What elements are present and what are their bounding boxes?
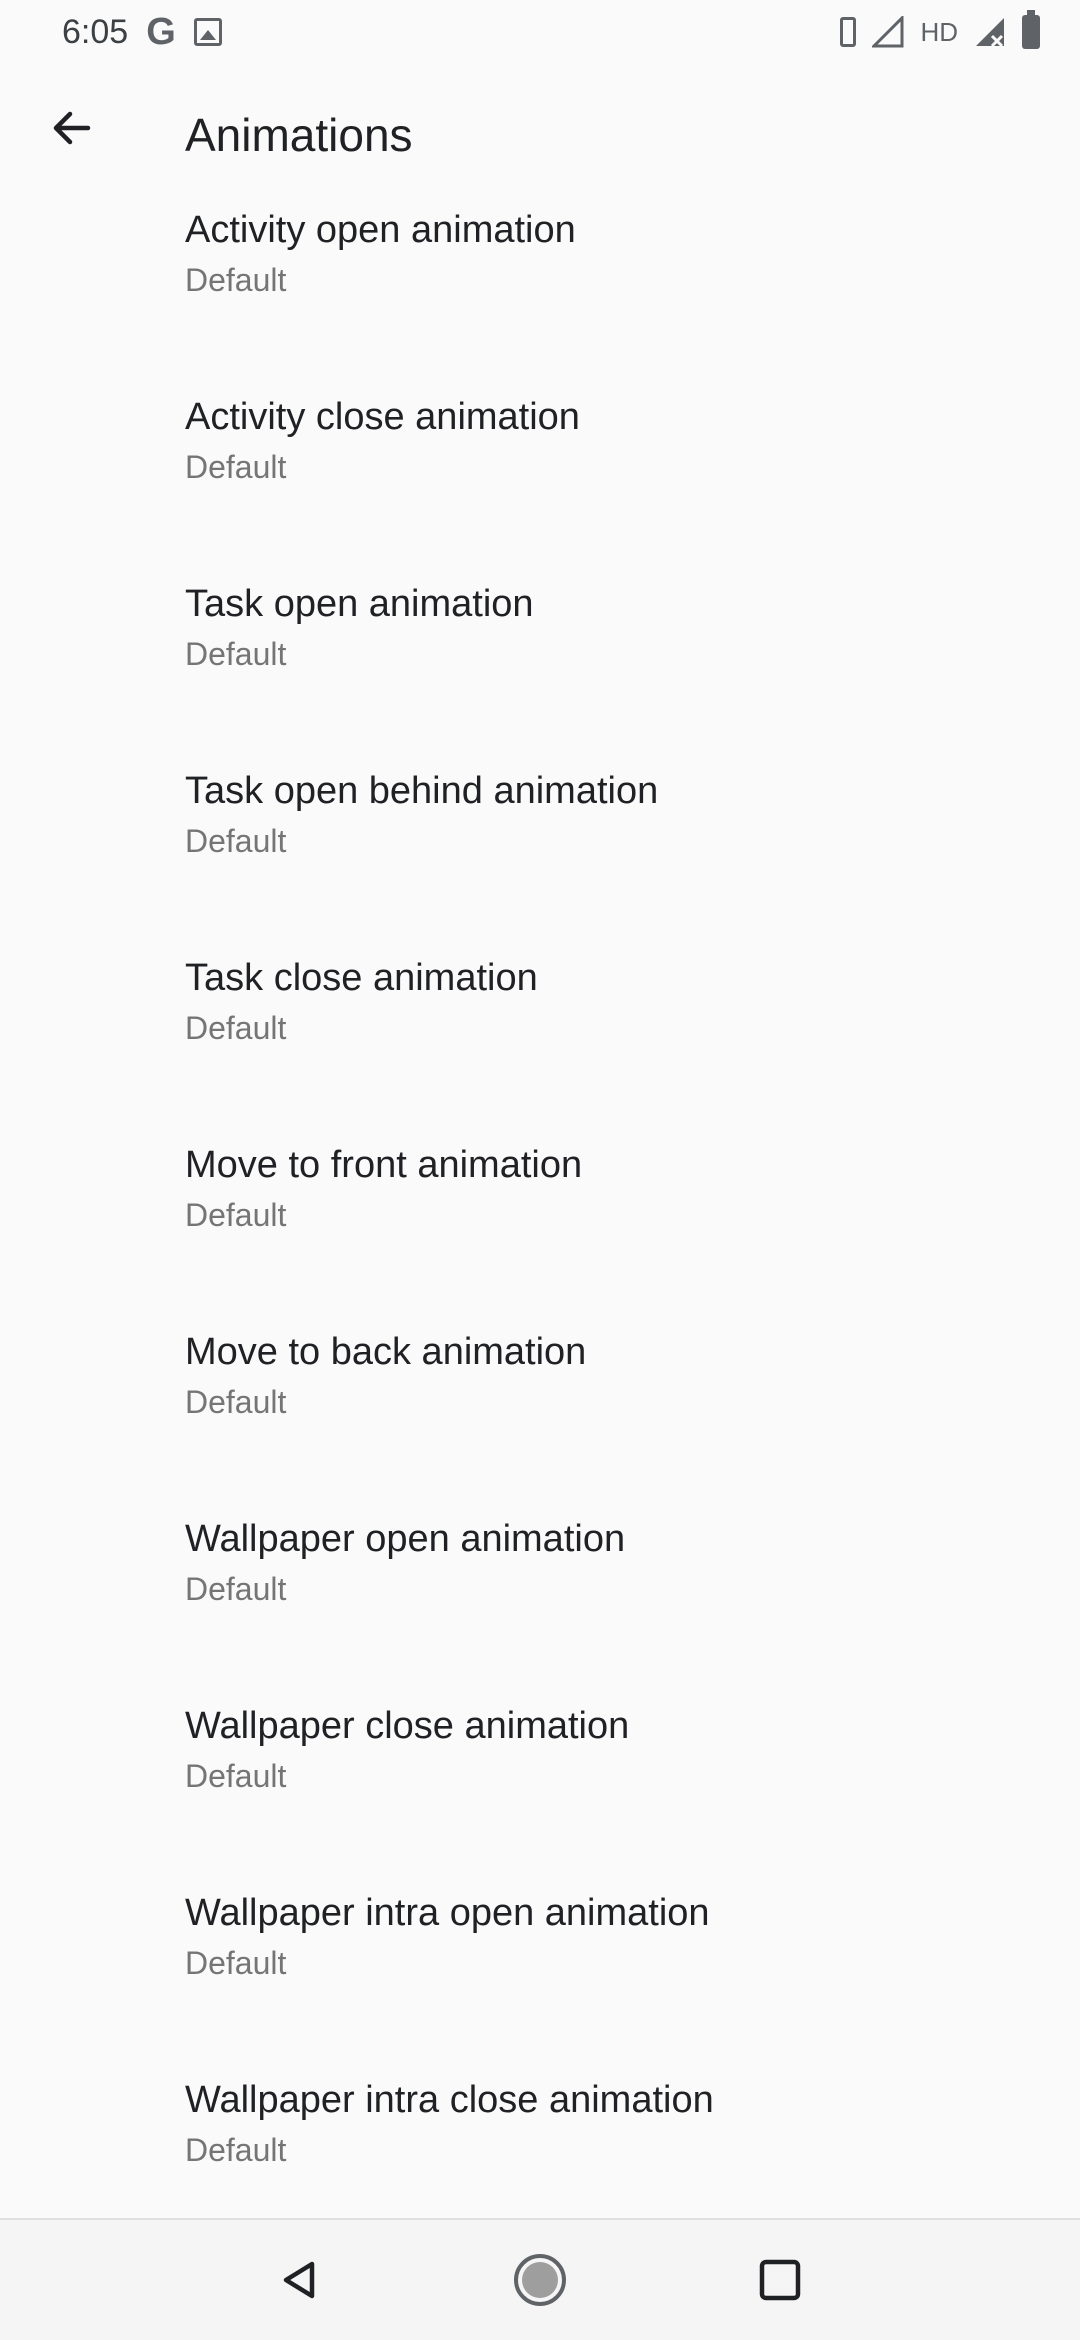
- setting-summary: Default: [185, 1758, 287, 1794]
- setting-summary: Default: [185, 2132, 287, 2168]
- signal-no-service-icon: [974, 16, 1006, 48]
- setting-summary: Default: [185, 1197, 287, 1233]
- setting-title: Move to back animation: [185, 1331, 587, 1373]
- setting-task-open-behind-animation[interactable]: Task open behind animation Default: [0, 769, 1080, 956]
- page-title: Animations: [185, 109, 413, 161]
- signal-icon: [872, 16, 904, 48]
- setting-task-open-animation[interactable]: Task open animation Default: [0, 582, 1080, 769]
- setting-title: Wallpaper intra close animation: [185, 2079, 714, 2121]
- setting-title: Task open behind animation: [185, 770, 659, 812]
- setting-activity-open-animation[interactable]: Activity open animation Default: [0, 208, 1080, 395]
- setting-move-to-back-animation[interactable]: Move to back animation Default: [0, 1330, 1080, 1517]
- battery-icon: [1022, 10, 1040, 49]
- setting-summary: Default: [185, 1384, 287, 1420]
- google-icon: G: [146, 11, 176, 53]
- setting-summary: Default: [185, 1010, 287, 1046]
- vibrate-icon: [840, 17, 857, 47]
- navigation-bar: [0, 2218, 1080, 2340]
- setting-title: Activity open animation: [185, 209, 576, 251]
- setting-wallpaper-close-animation[interactable]: Wallpaper close animation Default: [0, 1704, 1080, 1891]
- app-bar: Animations: [0, 64, 1080, 208]
- setting-title: Wallpaper close animation: [185, 1705, 630, 1747]
- triangle-back-icon: [283, 2261, 315, 2299]
- nav-recents-button[interactable]: [740, 2240, 820, 2320]
- status-bar: 6:05 G HD: [0, 0, 1080, 64]
- setting-summary: Default: [185, 262, 287, 298]
- back-button[interactable]: [40, 96, 104, 160]
- nav-home-button[interactable]: [500, 2240, 580, 2320]
- square-recents-icon: [759, 2259, 801, 2301]
- circle-home-icon: [514, 2254, 566, 2306]
- status-right: HD: [840, 10, 1040, 49]
- arrow-back-icon: [53, 111, 91, 145]
- status-left: 6:05 G: [62, 13, 222, 52]
- setting-activity-close-animation[interactable]: Activity close animation Default: [0, 395, 1080, 582]
- settings-list: Activity open animation Default Activity…: [0, 208, 1080, 2265]
- setting-summary: Default: [185, 1945, 287, 1981]
- image-notification-icon: [193, 18, 222, 46]
- setting-title: Move to front animation: [185, 1144, 583, 1186]
- setting-summary: Default: [185, 636, 287, 672]
- setting-title: Task open animation: [185, 583, 534, 625]
- hd-label: HD: [920, 16, 958, 47]
- setting-title: Wallpaper open animation: [185, 1518, 626, 1560]
- setting-move-to-front-animation[interactable]: Move to front animation Default: [0, 1143, 1080, 1330]
- setting-title: Task close animation: [185, 957, 538, 999]
- setting-wallpaper-intra-open-animation[interactable]: Wallpaper intra open animation Default: [0, 1891, 1080, 2078]
- setting-summary: Default: [185, 449, 287, 485]
- setting-summary: Default: [185, 1571, 287, 1607]
- setting-title: Activity close animation: [185, 396, 580, 438]
- setting-wallpaper-open-animation[interactable]: Wallpaper open animation Default: [0, 1517, 1080, 1704]
- nav-back-button[interactable]: [260, 2240, 340, 2320]
- status-time: 6:05: [62, 12, 129, 51]
- setting-task-close-animation[interactable]: Task close animation Default: [0, 956, 1080, 1143]
- setting-title: Wallpaper intra open animation: [185, 1892, 710, 1934]
- setting-summary: Default: [185, 823, 287, 859]
